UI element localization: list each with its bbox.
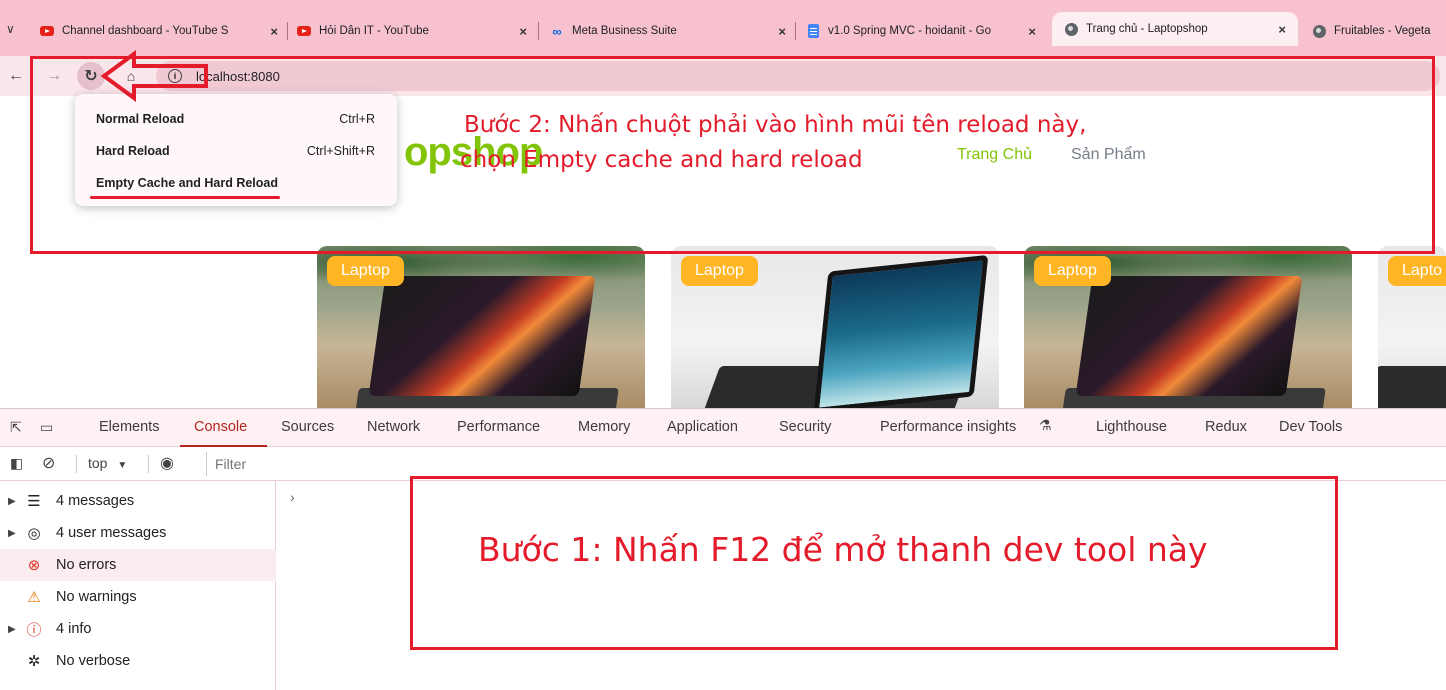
browser-tab[interactable]: v1.0 Spring MVC - hoidanit - Go × xyxy=(806,16,1036,46)
annotation-underline xyxy=(90,196,280,199)
list-icon: ☰ xyxy=(27,493,41,510)
sidebar-item-warnings[interactable]: ⚠ No warnings xyxy=(0,581,276,613)
devtools-tab-sources[interactable]: Sources xyxy=(281,419,334,435)
browser-tab-active[interactable]: Trang chủ - Laptopshop × xyxy=(1052,12,1298,46)
category-badge: Laptop xyxy=(1034,256,1111,286)
sidebar-item-label: 4 messages xyxy=(56,493,135,509)
menu-item-normal-reload[interactable]: Normal Reload Ctrl+R xyxy=(96,109,375,129)
error-icon: ⊗ xyxy=(27,557,41,574)
clear-console-icon[interactable]: ⊘ xyxy=(42,453,55,473)
console-prompt[interactable]: › xyxy=(290,489,295,505)
menu-item-hard-reload[interactable]: Hard Reload Ctrl+Shift+R xyxy=(96,141,375,161)
product-card[interactable]: Laptop xyxy=(671,246,999,411)
sidebar-item-verbose[interactable]: ✲ No verbose xyxy=(0,645,276,677)
tab-title: Fruitables - Vegeta xyxy=(1334,25,1431,37)
sidebar-item-label: No verbose xyxy=(56,653,131,669)
meta-icon: ∞ xyxy=(552,23,562,39)
close-tab-icon[interactable]: × xyxy=(519,24,527,39)
inspect-element-icon[interactable]: ⇱ xyxy=(10,419,22,436)
devtools-tab-performance-insights[interactable]: Performance insights xyxy=(880,419,1016,435)
devtools-tab-dev-tools[interactable]: Dev Tools xyxy=(1279,419,1342,435)
browser-tab-strip: ∨ Channel dashboard - YouTube S × Hỏi Dâ… xyxy=(0,0,1446,58)
menu-item-label: Normal Reload xyxy=(96,112,185,126)
devtools-tab-bar: ⇱ ▭ Elements Console Sources Network Per… xyxy=(0,409,1446,447)
browser-tab[interactable]: ∞ Meta Business Suite × xyxy=(550,16,786,46)
sidebar-item-label: 4 info xyxy=(56,621,92,637)
tab-title: Hỏi Dân IT - YouTube xyxy=(319,25,429,37)
devtools-tab-elements[interactable]: Elements xyxy=(99,419,159,435)
expand-caret-icon[interactable]: ▶ xyxy=(8,528,22,539)
user-circle-icon: ◎ xyxy=(27,525,41,542)
devtools-tab-network[interactable]: Network xyxy=(367,419,420,435)
devtools-tab-performance[interactable]: Performance xyxy=(457,419,540,435)
browser-tab[interactable]: Hỏi Dân IT - YouTube × xyxy=(297,16,527,46)
sidebar-item-label: No errors xyxy=(56,557,117,573)
tab-title: Trang chủ - Laptopshop xyxy=(1086,23,1208,35)
browser-tab[interactable]: Fruitables - Vegeta xyxy=(1312,16,1446,46)
tab-title: Meta Business Suite xyxy=(572,25,677,37)
menu-item-label: Hard Reload xyxy=(96,144,170,158)
menu-item-label: Empty Cache and Hard Reload xyxy=(96,176,278,190)
chevron-down-icon: ▼ xyxy=(117,460,128,471)
tab-title: Channel dashboard - YouTube S xyxy=(62,25,229,37)
category-badge: Laptop xyxy=(327,256,404,286)
browser-tab[interactable]: Channel dashboard - YouTube S × xyxy=(40,16,278,46)
sidebar-item-errors[interactable]: ⊗ No errors xyxy=(0,549,276,581)
eye-icon[interactable]: ◉ xyxy=(160,453,174,473)
close-tab-icon[interactable]: × xyxy=(1278,22,1286,37)
sidebar-toggle-icon[interactable]: ◧ xyxy=(10,455,23,472)
youtube-icon xyxy=(40,24,54,38)
menu-item-empty-cache-hard-reload[interactable]: Empty Cache and Hard Reload xyxy=(96,173,375,193)
devtools-tab-security[interactable]: Security xyxy=(779,419,831,435)
menu-item-shortcut: Ctrl+Shift+R xyxy=(306,144,375,158)
globe-icon xyxy=(1064,22,1078,36)
sidebar-item-label: No warnings xyxy=(56,589,137,605)
sidebar-item-label: 4 user messages xyxy=(56,525,167,541)
sidebar-item-user-messages[interactable]: ▶ ◎ 4 user messages xyxy=(0,517,276,549)
product-card[interactable]: Laptop xyxy=(1024,246,1352,411)
google-docs-icon xyxy=(806,24,820,38)
console-sidebar: ▶ ☰ 4 messages ▶ ◎ 4 user messages ⊗ No … xyxy=(0,481,276,690)
reload-context-menu: Normal Reload Ctrl+R Hard Reload Ctrl+Sh… xyxy=(75,94,397,206)
annotation-step2-line2: chọn Empty cache and hard reload xyxy=(460,147,863,173)
sidebar-item-info[interactable]: ▶ ⓘ 4 info xyxy=(0,613,276,645)
annotation-step2-line1: Bước 2: Nhấn chuột phải vào hình mũi tên… xyxy=(464,112,1087,138)
product-card[interactable]: Lapto xyxy=(1378,246,1446,411)
annotation-step1: Bước 1: Nhấn F12 để mở thanh dev tool nà… xyxy=(478,530,1208,569)
globe-icon xyxy=(1312,24,1326,38)
tab-title: v1.0 Spring MVC - hoidanit - Go xyxy=(828,25,991,37)
warning-icon: ⚠ xyxy=(27,589,41,606)
bug-icon: ✲ xyxy=(27,653,41,670)
devtools-tab-console[interactable]: Console xyxy=(194,419,247,435)
console-filter-input[interactable] xyxy=(206,452,1446,476)
annotation-arrow-icon xyxy=(100,50,208,102)
info-icon: ⓘ xyxy=(26,621,42,639)
expand-caret-icon[interactable]: ▶ xyxy=(8,624,22,635)
context-selector-value: top xyxy=(88,455,108,471)
product-card[interactable]: Laptop xyxy=(317,246,645,411)
youtube-icon xyxy=(297,24,311,38)
device-toolbar-icon[interactable]: ▭ xyxy=(40,419,53,436)
devtools-tab-application[interactable]: Application xyxy=(667,419,738,435)
back-icon[interactable]: ← xyxy=(2,62,30,90)
menu-item-shortcut: Ctrl+R xyxy=(339,112,375,126)
close-tab-icon[interactable]: × xyxy=(1028,24,1036,39)
sidebar-item-messages[interactable]: ▶ ☰ 4 messages xyxy=(0,485,276,517)
category-badge: Laptop xyxy=(681,256,758,286)
devtools-tab-memory[interactable]: Memory xyxy=(578,419,630,435)
devtools-tab-redux[interactable]: Redux xyxy=(1205,419,1247,435)
devtools-tab-lighthouse[interactable]: Lighthouse xyxy=(1096,419,1167,435)
tab-search-icon[interactable]: ∨ xyxy=(6,22,15,36)
category-badge: Lapto xyxy=(1388,256,1446,286)
expand-caret-icon[interactable]: ▶ xyxy=(8,496,22,507)
flask-icon: ⚗ xyxy=(1039,417,1052,433)
close-tab-icon[interactable]: × xyxy=(270,24,278,39)
context-selector[interactable]: top ▼ xyxy=(88,455,127,471)
close-tab-icon[interactable]: × xyxy=(778,24,786,39)
